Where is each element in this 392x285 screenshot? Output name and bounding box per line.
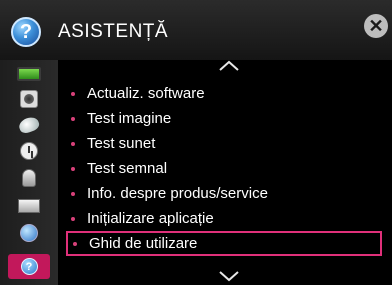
bullet-icon bbox=[71, 141, 75, 146]
menu-item-label: Ghid de utilizare bbox=[89, 235, 198, 252]
menu-item-label: Test sunet bbox=[87, 135, 156, 152]
channels-icon bbox=[17, 115, 41, 135]
help-icon: ? bbox=[20, 258, 38, 275]
sidebar-item-channels[interactable] bbox=[13, 114, 45, 136]
menu-item-label: Info. despre produs/service bbox=[87, 185, 268, 202]
menu-item-label: Test semnal bbox=[87, 160, 168, 177]
header-bar: ? ASISTENȚĂ ✕ bbox=[0, 0, 392, 60]
menu-item-info-produs[interactable]: Info. despre produs/service bbox=[66, 181, 382, 206]
bullet-icon bbox=[73, 241, 77, 246]
sidebar-item-picture[interactable] bbox=[13, 63, 45, 85]
menu-item-ghid-de-utilizare[interactable]: Ghid de utilizare bbox=[66, 231, 382, 256]
menu-item-test-imagine[interactable]: Test imagine bbox=[66, 106, 382, 131]
page-title: ASISTENȚĂ bbox=[58, 21, 169, 42]
bullet-icon bbox=[71, 116, 75, 121]
tv-menu-screen: ? ASISTENȚĂ ✕ ? Actualiz. software Test … bbox=[0, 0, 392, 285]
options-icon bbox=[18, 199, 40, 213]
bullet-icon bbox=[71, 166, 75, 171]
menu-item-label: Actualiz. software bbox=[87, 85, 205, 102]
sidebar-item-lock[interactable] bbox=[13, 167, 45, 189]
menu-item-actualiz-software[interactable]: Actualiz. software bbox=[66, 81, 382, 106]
sidebar-item-help[interactable]: ? bbox=[8, 254, 50, 279]
scroll-down-chevron-icon[interactable] bbox=[218, 270, 240, 282]
help-icon: ? bbox=[11, 17, 41, 47]
sidebar-item-time[interactable] bbox=[13, 140, 45, 162]
bullet-icon bbox=[71, 191, 75, 196]
sound-icon bbox=[20, 90, 38, 108]
sidebar-item-network[interactable] bbox=[13, 222, 45, 244]
menu-item-initializare-aplicatie[interactable]: Inițializare aplicație bbox=[66, 206, 382, 231]
time-icon bbox=[20, 142, 38, 160]
scroll-up-chevron-icon[interactable] bbox=[218, 60, 240, 72]
bullet-icon bbox=[71, 91, 75, 96]
menu-item-label: Inițializare aplicație bbox=[87, 210, 214, 227]
sidebar-item-options[interactable] bbox=[13, 195, 45, 217]
sidebar-item-sound[interactable] bbox=[13, 88, 45, 110]
sidebar: ? bbox=[0, 60, 58, 285]
picture-icon bbox=[17, 67, 41, 81]
menu-panel: Actualiz. software Test imagine Test sun… bbox=[58, 60, 392, 285]
network-icon bbox=[20, 224, 38, 242]
bullet-icon bbox=[71, 216, 75, 221]
menu-item-test-sunet[interactable]: Test sunet bbox=[66, 131, 382, 156]
lock-icon bbox=[22, 169, 36, 187]
close-button[interactable]: ✕ bbox=[364, 14, 388, 38]
menu-item-test-semnal[interactable]: Test semnal bbox=[66, 156, 382, 181]
menu-item-label: Test imagine bbox=[87, 110, 172, 127]
